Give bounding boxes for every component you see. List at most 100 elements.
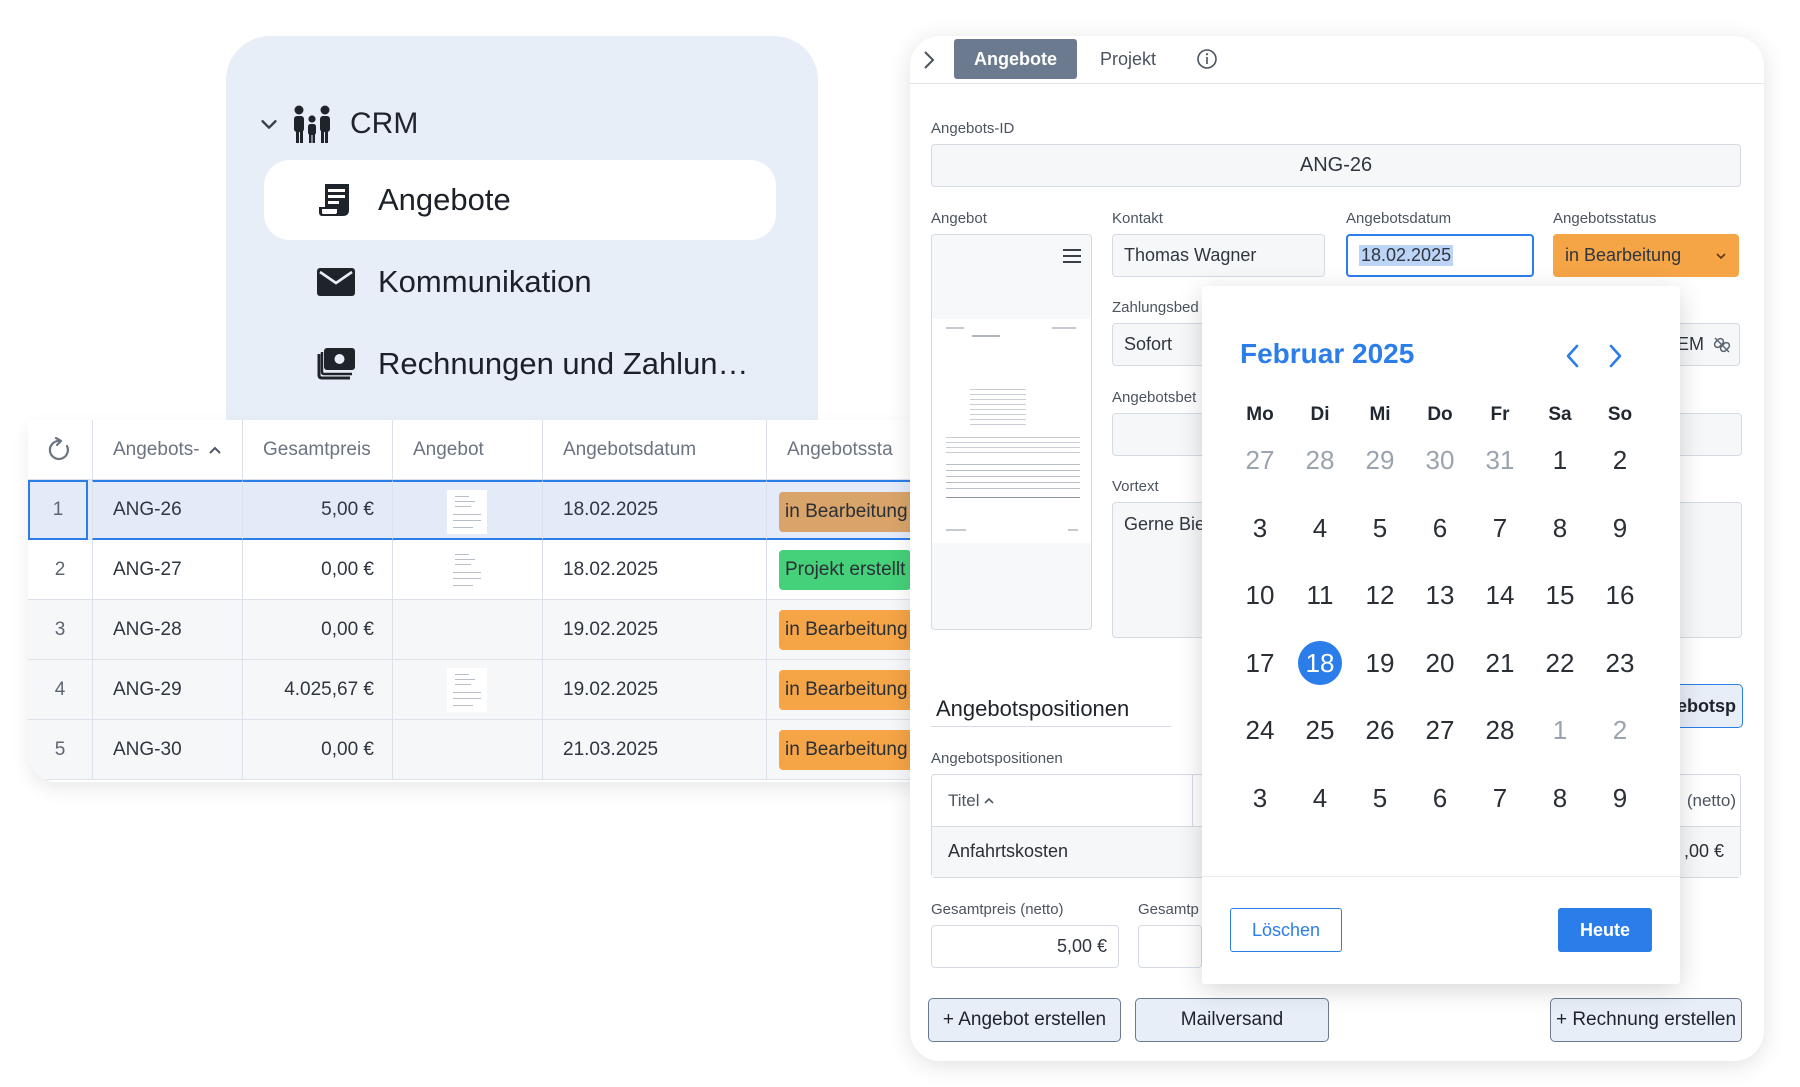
date-picker-day[interactable]: 27 (1418, 708, 1462, 752)
date-picker-day[interactable]: 12 (1358, 573, 1402, 617)
column-header-status[interactable]: Angebotssta (766, 420, 918, 480)
date-picker-day[interactable]: 22 (1538, 641, 1582, 685)
row-document[interactable] (392, 720, 542, 780)
row-document[interactable] (392, 600, 542, 660)
refresh-button[interactable] (28, 420, 92, 480)
table-row[interactable]: 3 ANG-28 0,00 € 19.02.2025 in Bearbeitun… (28, 600, 918, 660)
date-picker-day[interactable]: 31 (1478, 438, 1522, 482)
row-document[interactable] (392, 540, 542, 600)
contact-field[interactable]: Thomas Wagner (1112, 234, 1325, 277)
date-picker-day[interactable]: 24 (1238, 708, 1282, 752)
date-picker-day[interactable]: 20 (1418, 641, 1462, 685)
intro-text-area-tail[interactable] (1670, 502, 1742, 638)
total-gross-field[interactable] (1138, 925, 1202, 968)
payment-terms-field-tail[interactable]: EM (1670, 323, 1740, 366)
date-picker-day[interactable]: 5 (1358, 776, 1402, 820)
date-picker-popup: Februar 2025 Mo Di Mi Do Fr Sa So 27 28 29… (1202, 286, 1680, 984)
sidebar-item-angebote[interactable]: Angebote (264, 160, 776, 240)
tab-angebote[interactable]: Angebote (954, 39, 1077, 79)
offer-id-field[interactable]: ANG-26 (931, 144, 1741, 187)
chevron-right-icon[interactable] (922, 50, 936, 70)
create-offer-button[interactable]: + Angebot erstellen (928, 998, 1121, 1042)
table-row[interactable]: 2 ANG-27 0,00 € 18.02.2025 Projekt erste… (28, 540, 918, 600)
column-header-date[interactable]: Angebotsdatum (542, 420, 766, 480)
offer-date-input[interactable]: 18.02.2025 (1346, 234, 1534, 277)
previous-month-button[interactable] (1558, 338, 1588, 374)
column-header-id[interactable]: Angebots- (92, 420, 242, 480)
unlink-icon[interactable] (1711, 334, 1733, 356)
date-picker-day[interactable]: 15 (1538, 573, 1582, 617)
date-picker-day[interactable]: 28 (1298, 438, 1342, 482)
date-picker-day[interactable]: 29 (1358, 438, 1402, 482)
date-picker-day[interactable]: 13 (1418, 573, 1462, 617)
date-picker-day[interactable]: 3 (1238, 506, 1282, 550)
create-invoice-button[interactable]: + Rechnung erstellen (1550, 998, 1742, 1042)
date-picker-day[interactable]: 3 (1238, 776, 1282, 820)
offer-document-label: Angebot (931, 210, 987, 227)
date-picker-day[interactable]: 25 (1298, 708, 1342, 752)
date-picker-day[interactable]: 9 (1598, 506, 1642, 550)
table-row[interactable]: 5 ANG-30 0,00 € 21.03.2025 in Bearbeitun… (28, 720, 918, 780)
clear-date-button[interactable]: Löschen (1230, 908, 1342, 952)
sidebar-item-kommunikation[interactable]: Kommunikation (264, 242, 776, 322)
positions-column-title[interactable]: Titel (948, 791, 995, 811)
sidebar-item-rechnungen[interactable]: Rechnungen und Zahlun… (264, 324, 776, 404)
date-picker-day[interactable]: 17 (1238, 641, 1282, 685)
panel-tab-bar: Angebote Projekt (910, 36, 1764, 84)
date-picker-day[interactable]: 8 (1538, 506, 1582, 550)
total-net-field[interactable]: 5,00 € (931, 925, 1119, 968)
date-picker-day[interactable]: 21 (1478, 641, 1522, 685)
date-picker-day[interactable]: 28 (1478, 708, 1522, 752)
column-header-price[interactable]: Gesamtpreis (242, 420, 392, 480)
date-picker-day[interactable]: 11 (1298, 573, 1342, 617)
offer-date-value: 18.02.2025 (1359, 245, 1454, 266)
row-document[interactable] (392, 480, 542, 540)
date-picker-day[interactable]: 18 (1298, 640, 1342, 685)
offer-subject-field[interactable] (1112, 413, 1212, 456)
payment-terms-field[interactable]: Sofort (1112, 323, 1212, 366)
date-picker-day[interactable]: 2 (1598, 708, 1642, 752)
row-id: ANG-29 (92, 660, 242, 720)
offer-status-select[interactable]: in Bearbeitung (1553, 234, 1739, 277)
sidebar-item-label: Kommunikation (378, 264, 592, 299)
date-picker-day[interactable]: 2 (1598, 438, 1642, 482)
next-month-button[interactable] (1600, 338, 1630, 374)
offer-status-label: Angebotsstatus (1553, 210, 1657, 227)
date-picker-day[interactable]: 6 (1418, 506, 1462, 550)
date-picker-day[interactable]: 26 (1358, 708, 1402, 752)
date-picker-day[interactable]: 8 (1538, 776, 1582, 820)
intro-text-area[interactable]: Gerne Bie (1112, 502, 1212, 638)
date-picker-day[interactable]: 1 (1538, 438, 1582, 482)
column-header-angebot[interactable]: Angebot (392, 420, 542, 480)
date-picker-day[interactable]: 16 (1598, 573, 1642, 617)
date-picker-day[interactable]: 10 (1238, 573, 1282, 617)
offer-subject-field-tail[interactable] (1670, 413, 1742, 456)
today-button[interactable]: Heute (1558, 908, 1652, 952)
table-row[interactable]: 1 ANG-26 5,00 € 18.02.2025 in Bearbeitun… (28, 480, 918, 540)
date-picker-day[interactable]: 23 (1598, 641, 1642, 685)
date-picker-day[interactable]: 7 (1478, 776, 1522, 820)
date-picker-day[interactable]: 7 (1478, 506, 1522, 550)
date-picker-day[interactable]: 4 (1298, 506, 1342, 550)
date-picker-day[interactable]: 6 (1418, 776, 1462, 820)
row-document[interactable] (392, 660, 542, 720)
info-icon[interactable] (1196, 48, 1218, 70)
sidebar-section-crm[interactable]: CRM (258, 96, 418, 152)
date-picker-day[interactable]: 1 (1538, 708, 1582, 752)
date-picker-day[interactable]: 27 (1238, 438, 1282, 482)
intro-text-label: Vortext (1112, 478, 1159, 495)
offer-document-preview[interactable] (931, 234, 1092, 630)
offer-date-label: Angebotsdatum (1346, 210, 1452, 227)
date-picker-day[interactable]: 5 (1358, 506, 1402, 550)
date-picker-day[interactable]: 9 (1598, 776, 1642, 820)
family-icon (294, 105, 330, 143)
document-thumbnail (447, 668, 487, 712)
table-row[interactable]: 4 ANG-29 4.025,67 € 19.02.2025 in Bearbe… (28, 660, 918, 720)
tab-projekt[interactable]: Projekt (1080, 39, 1176, 79)
menu-icon[interactable] (1062, 247, 1082, 265)
date-picker-day[interactable]: 19 (1358, 641, 1402, 685)
date-picker-day[interactable]: 30 (1418, 438, 1462, 482)
date-picker-day[interactable]: 14 (1478, 573, 1522, 617)
date-picker-day[interactable]: 4 (1298, 776, 1342, 820)
mail-button[interactable]: Mailversand (1135, 998, 1329, 1042)
